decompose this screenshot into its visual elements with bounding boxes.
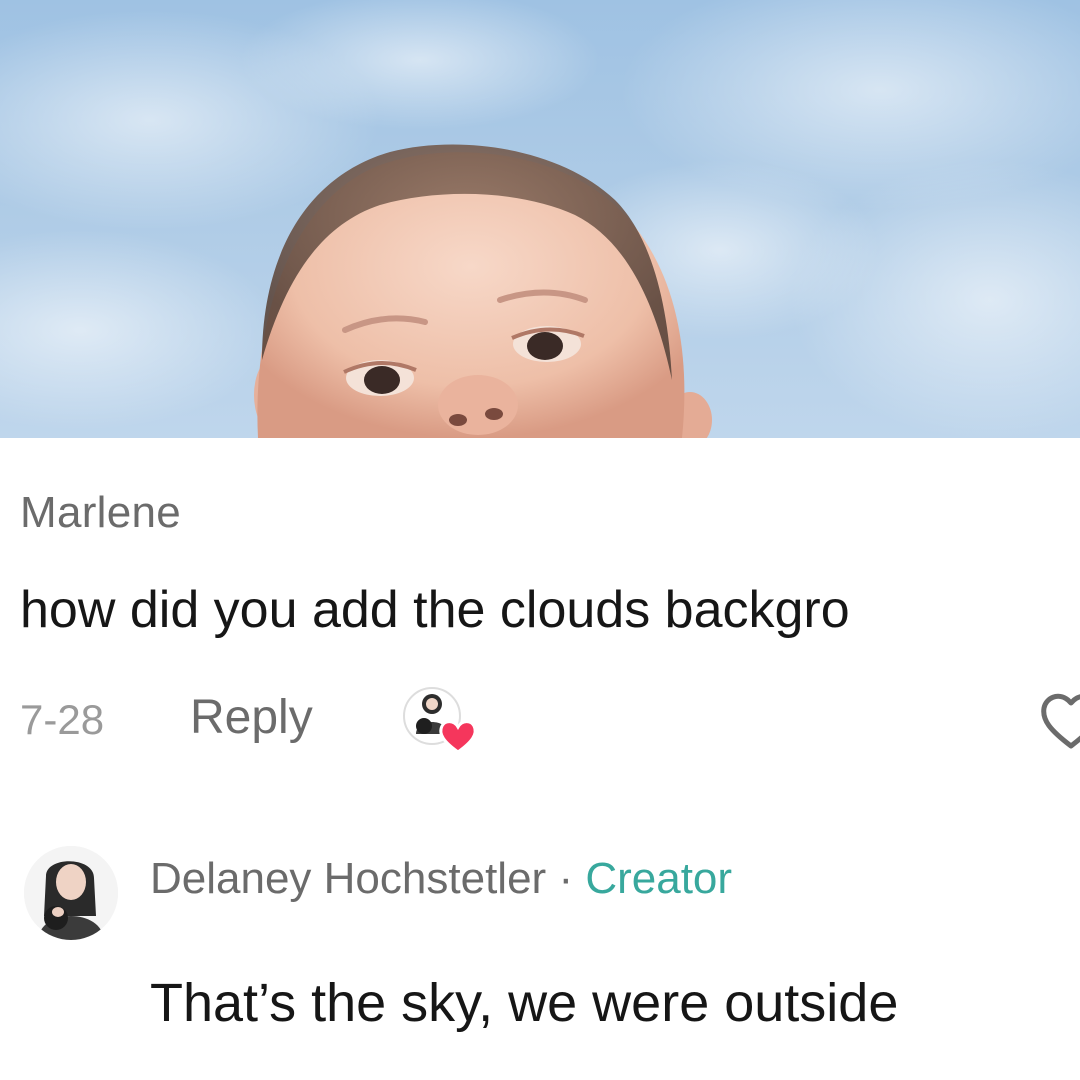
creator-avatar-image: [24, 846, 118, 940]
comment-username[interactable]: Marlene: [20, 488, 181, 538]
reply-author-name[interactable]: Delaney Hochstetler: [150, 854, 546, 903]
comment-text: how did you add the clouds backgro: [20, 581, 850, 639]
comment-card: Marlene how did you add the clouds backg…: [0, 438, 1080, 1080]
baby-under-sky-image: [0, 0, 1080, 438]
video-frame: [0, 0, 1080, 438]
small-heart-icon: [439, 720, 477, 754]
heart-outline-icon[interactable]: [1036, 688, 1080, 752]
reply-button[interactable]: Reply: [190, 690, 313, 745]
reply-text: That’s the sky, we were outside: [150, 973, 899, 1033]
avatar[interactable]: [24, 846, 118, 940]
reply-author-line: Delaney Hochstetler · Creator: [150, 854, 732, 904]
creator-badge: Creator: [585, 854, 733, 903]
comment-date: 7-28: [20, 696, 105, 743]
tiktok-comment-screenshot: Marlene how did you add the clouds backg…: [0, 0, 1080, 1080]
separator-dot: ·: [558, 854, 574, 903]
creator-liked-icon: [403, 687, 477, 754]
comment-meta-row: 7-28 Reply: [20, 687, 1080, 754]
